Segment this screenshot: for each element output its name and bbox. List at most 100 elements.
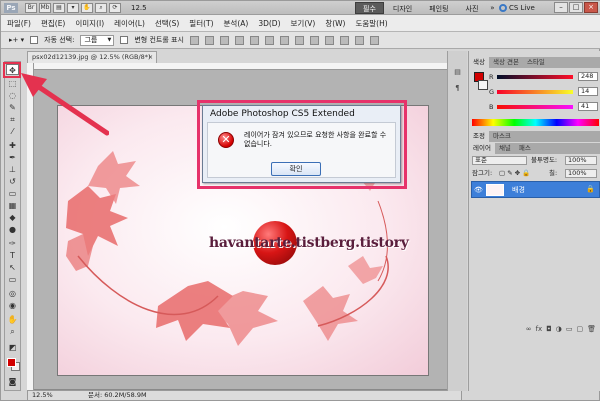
- red-value[interactable]: 248: [578, 72, 598, 81]
- fill-field[interactable]: 100%: [565, 169, 597, 178]
- 3d-rotate-tool-icon[interactable]: ◎: [6, 288, 19, 299]
- document-close-icon[interactable]: ×: [148, 52, 153, 63]
- tab-masks[interactable]: 마스크: [489, 131, 515, 142]
- red-slider[interactable]: [497, 75, 573, 79]
- panel-background-swatch[interactable]: [478, 80, 488, 90]
- workspace-painting[interactable]: 페인팅: [421, 2, 456, 14]
- link-layers-icon[interactable]: ∞: [526, 325, 532, 336]
- menu-analysis[interactable]: 분석(A): [224, 18, 249, 29]
- brush-tool-icon[interactable]: ✒: [6, 152, 19, 163]
- zoom-field[interactable]: 12.5: [131, 3, 151, 13]
- cs-live-button[interactable]: CS Live: [499, 2, 535, 14]
- distribute-top-icon[interactable]: [279, 35, 289, 45]
- eye-icon[interactable]: 👁: [474, 185, 484, 195]
- green-value[interactable]: 14: [578, 87, 598, 96]
- hand-icon[interactable]: ✋: [81, 3, 93, 13]
- eraser-tool-icon[interactable]: ▭: [6, 188, 19, 199]
- distribute-bottom-icon[interactable]: [309, 35, 319, 45]
- paragraph-panel-icon[interactable]: ¶: [452, 83, 463, 93]
- workspace-more-icon[interactable]: »: [487, 2, 497, 14]
- maximize-button[interactable]: □: [569, 2, 583, 13]
- tab-color[interactable]: 색상: [469, 57, 489, 68]
- blend-mode-dropdown[interactable]: 표준: [472, 156, 527, 165]
- delete-layer-icon[interactable]: 🗑: [587, 325, 596, 336]
- distribute-right-icon[interactable]: [354, 35, 364, 45]
- menu-3d[interactable]: 3D(D): [258, 19, 280, 28]
- zoom-tool-icon[interactable]: ⌕: [6, 326, 19, 337]
- hand-tool-icon[interactable]: ✋: [6, 314, 19, 325]
- menu-window[interactable]: 창(W): [325, 18, 345, 29]
- menu-image[interactable]: 이미지(I): [75, 18, 104, 29]
- rotate-view-icon[interactable]: ⟳: [109, 3, 121, 13]
- zoom-icon[interactable]: ⌕: [95, 3, 107, 13]
- lasso-tool-icon[interactable]: ◌: [6, 90, 19, 101]
- workspace-design[interactable]: 디자인: [385, 2, 420, 14]
- lock-icons[interactable]: ▢ ✎ ✥ 🔒: [499, 168, 530, 178]
- minibridge-icon[interactable]: Mb: [39, 3, 51, 13]
- marquee-tool-icon[interactable]: ⬚: [6, 78, 19, 89]
- tab-paths[interactable]: 패스: [515, 143, 535, 154]
- menu-help[interactable]: 도움말(H): [355, 18, 387, 29]
- eyedropper-tool-icon[interactable]: ⁄: [6, 126, 19, 137]
- clone-stamp-tool-icon[interactable]: ⊥: [6, 164, 19, 175]
- menu-view[interactable]: 보기(V): [291, 18, 316, 29]
- type-tool-icon[interactable]: T: [6, 250, 19, 261]
- auto-select-checkbox[interactable]: [30, 36, 39, 44]
- blue-slider[interactable]: [497, 105, 573, 109]
- close-button[interactable]: ×: [584, 2, 598, 13]
- layer-style-icon[interactable]: fx: [536, 325, 543, 336]
- transform-controls-checkbox[interactable]: [120, 36, 129, 44]
- tab-styles[interactable]: 스타일: [523, 57, 549, 68]
- dodge-tool-icon[interactable]: ●: [6, 224, 19, 235]
- quick-select-tool-icon[interactable]: ✎: [6, 102, 19, 113]
- pen-tool-icon[interactable]: ✑: [6, 238, 19, 249]
- distribute-left-icon[interactable]: [324, 35, 334, 45]
- align-middle-icon[interactable]: [204, 35, 214, 45]
- auto-select-dropdown[interactable]: 그룹: [80, 34, 115, 46]
- new-layer-icon[interactable]: ▢: [576, 325, 583, 336]
- move-tool-preset-icon[interactable]: ▸+ ▾: [9, 36, 24, 44]
- tab-channels[interactable]: 채널: [495, 143, 515, 154]
- menu-filter[interactable]: 필터(T): [189, 18, 213, 29]
- menu-file[interactable]: 파일(F): [7, 18, 31, 29]
- foreground-color-swatch[interactable]: [7, 358, 16, 367]
- crop-tool-icon[interactable]: ⌗: [6, 114, 19, 125]
- path-select-tool-icon[interactable]: ↖: [6, 262, 19, 273]
- minimize-button[interactable]: –: [554, 2, 568, 13]
- color-spectrum[interactable]: [472, 119, 599, 126]
- menu-select[interactable]: 선택(S): [155, 18, 179, 29]
- status-zoom[interactable]: 12.5%: [32, 391, 53, 400]
- new-group-icon[interactable]: ▭: [566, 325, 573, 336]
- blue-value[interactable]: 41: [578, 102, 598, 111]
- align-bottom-icon[interactable]: [219, 35, 229, 45]
- blur-tool-icon[interactable]: ◆: [6, 212, 19, 223]
- green-slider[interactable]: [497, 90, 573, 94]
- gradient-tool-icon[interactable]: ▦: [6, 200, 19, 211]
- align-top-icon[interactable]: [189, 35, 199, 45]
- opacity-field[interactable]: 100%: [565, 156, 597, 165]
- workspace-essentials[interactable]: 필수: [355, 2, 384, 14]
- document-tab[interactable]: psx02d12139.jpg @ 12.5% (RGB/8*) ×: [27, 51, 157, 63]
- default-colors-icon[interactable]: ◩: [6, 342, 19, 353]
- tab-layers[interactable]: 레이어: [469, 143, 495, 154]
- history-panel-icon[interactable]: ▤: [452, 67, 463, 77]
- distribute-center-icon[interactable]: [339, 35, 349, 45]
- tab-adjustments[interactable]: 조정: [469, 131, 489, 142]
- bridge-icon[interactable]: Br: [25, 3, 37, 13]
- 3d-orbit-tool-icon[interactable]: ◉: [6, 300, 19, 311]
- distribute-middle-icon[interactable]: [294, 35, 304, 45]
- tab-swatches[interactable]: 색상 견본: [489, 57, 523, 68]
- align-center-icon[interactable]: [249, 35, 259, 45]
- shape-tool-icon[interactable]: ▭: [6, 274, 19, 285]
- layer-row-background[interactable]: 👁 배경 🔒: [471, 181, 600, 198]
- new-adjustment-icon[interactable]: ◑: [556, 325, 562, 336]
- quick-mask-icon[interactable]: ◙: [6, 376, 19, 387]
- align-right-icon[interactable]: [264, 35, 274, 45]
- workspace-photography[interactable]: 사진: [458, 2, 487, 14]
- auto-align-icon[interactable]: [369, 35, 379, 45]
- add-mask-icon[interactable]: ◘: [546, 325, 552, 336]
- extras-icon[interactable]: ▤: [53, 3, 65, 13]
- healing-brush-tool-icon[interactable]: ✚: [6, 140, 19, 151]
- menu-layer[interactable]: 레이어(L): [114, 18, 145, 29]
- ok-button[interactable]: 확인: [271, 162, 321, 176]
